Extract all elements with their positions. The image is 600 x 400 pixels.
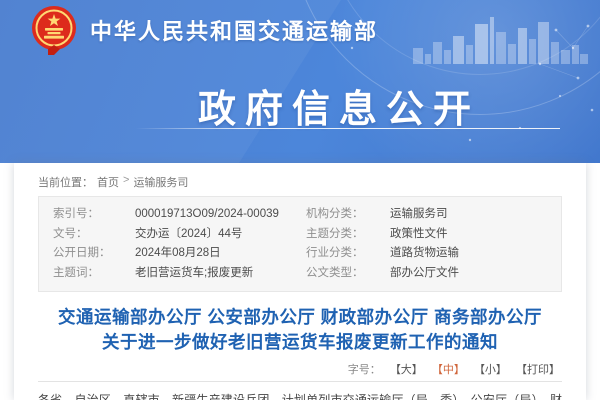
- font-size-small-button[interactable]: 【小】: [474, 364, 507, 376]
- site-header: 中华人民共和国交通运输部 政府信息公开: [0, 0, 600, 163]
- national-emblem-icon: [32, 6, 76, 55]
- document-title-line1: 交通运输部办公厅 公安部办公厅 财政部办公厅 商务部办公厅: [57, 307, 543, 327]
- breadcrumb-separator: >: [123, 174, 130, 186]
- banner-underline: [135, 128, 560, 129]
- document-body: 各省、自治区、直辖市、新疆生产建设兵团、计划单列市交通运输厅（局、委）、公安厅（…: [38, 390, 562, 400]
- font-size-medium-button[interactable]: 【中】: [432, 364, 465, 376]
- font-size-large-button[interactable]: 【大】: [390, 364, 423, 376]
- document-title-line2: 关于进一步做好老旧营运货车报废更新工作的通知: [102, 332, 498, 352]
- content-card: 当前位置： 首页 > 运输服务司 索引号： 000019713O09/2024-…: [14, 163, 586, 400]
- meta-label-index-no: 索引号：: [53, 208, 99, 220]
- page: 中华人民共和国交通运输部 政府信息公开 当前位置： 首页 > 运输服务司 索引号…: [0, 0, 600, 400]
- meta-label-doc-type: 公文类型：: [306, 266, 364, 279]
- meta-value-keywords: 老旧营运货车;报废更新: [135, 266, 254, 279]
- meta-value-industry-category: 道路货物运输: [390, 247, 459, 259]
- meta-label-org-category: 机构分类：: [306, 208, 364, 220]
- topbar: 中华人民共和国交通运输部: [0, 0, 600, 60]
- meta-label-doc-no: 文号：: [53, 227, 88, 240]
- meta-label-publish-date: 公开日期：: [53, 247, 111, 259]
- font-size-controls: 字号： 【大】 【中】 【小】 【打印】: [38, 361, 562, 377]
- breadcrumb: 当前位置： 首页 > 运输服务司: [38, 163, 562, 196]
- meta-label-industry-category: 行业分类：: [306, 247, 364, 259]
- breadcrumb-current-link[interactable]: 运输服务司: [133, 174, 188, 190]
- meta-value-doc-no: 交办运〔2024〕44号: [135, 227, 243, 240]
- font-size-label: 字号：: [347, 364, 381, 376]
- meta-value-doc-type: 部办公厅文件: [390, 266, 459, 279]
- banner-title: 政府信息公开: [198, 89, 481, 131]
- meta-value-index-no: 000019713O09/2024-00039: [135, 208, 279, 220]
- meta-label-topic-category: 主题分类：: [306, 227, 364, 240]
- meta-value-org-category: 运输服务司: [390, 208, 448, 220]
- meta-value-topic-category: 政策性文件: [390, 227, 448, 240]
- document-metadata-table: 索引号： 000019713O09/2024-00039 机构分类： 运输服务司…: [38, 196, 562, 292]
- meta-label-keywords: 主题词：: [53, 266, 99, 279]
- document-title: 交通运输部办公厅 公安部办公厅 财政部办公厅 商务部办公厅 关于进一步做好老旧营…: [38, 305, 562, 355]
- breadcrumb-home-link[interactable]: 首页: [97, 174, 119, 190]
- body-salutation: 各省、自治区、直辖市、新疆生产建设兵团、计划单列市交通运输厅（局、委）、公安厅（…: [38, 393, 562, 400]
- meta-value-publish-date: 2024年08月28日: [135, 247, 221, 259]
- title-separator: [38, 381, 562, 382]
- breadcrumb-label: 当前位置：: [38, 177, 93, 189]
- print-button[interactable]: 【打印】: [516, 364, 560, 376]
- ministry-name: 中华人民共和国交通运输部: [90, 19, 379, 44]
